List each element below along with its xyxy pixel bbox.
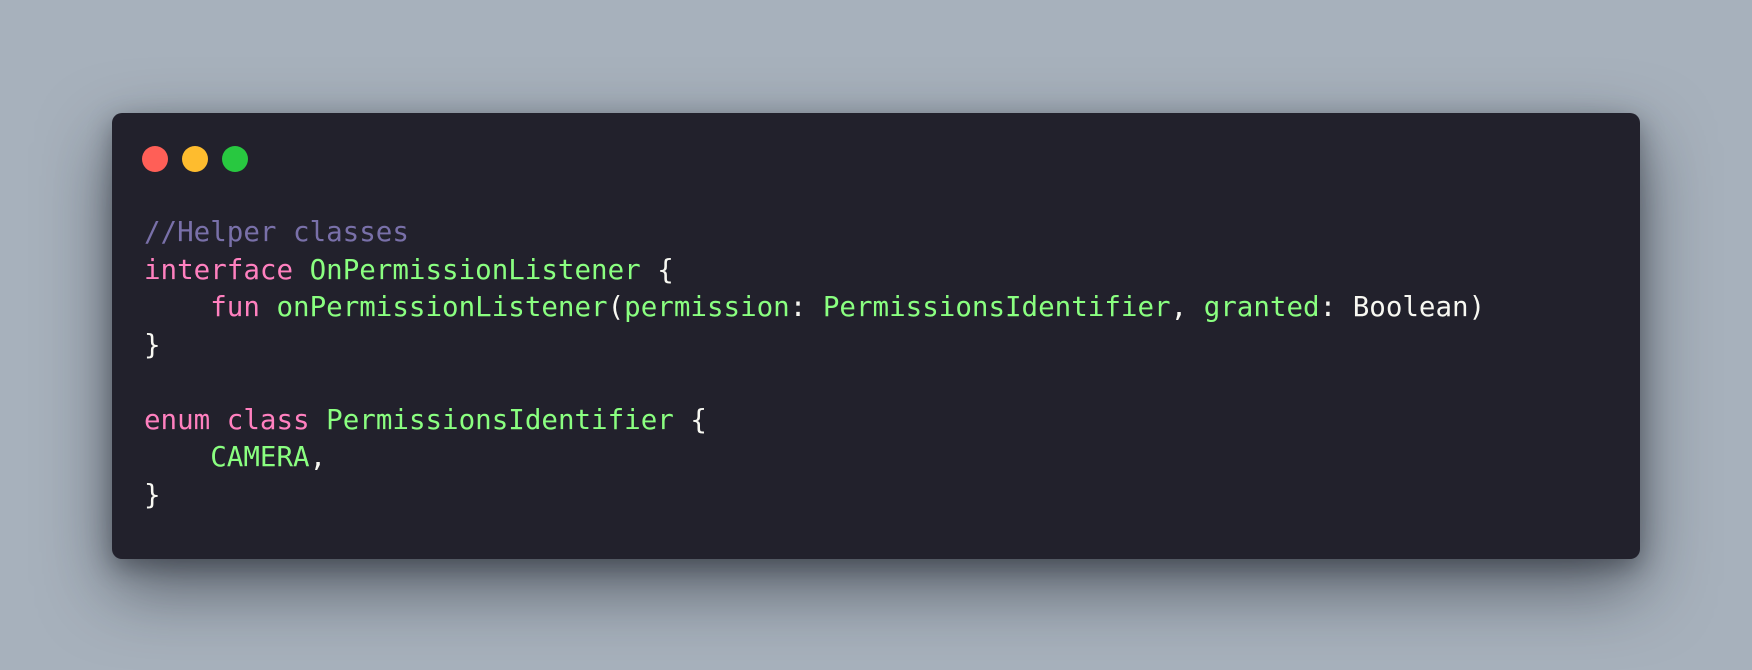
code-line: } bbox=[144, 327, 1485, 365]
code-token-type: PermissionsIdentifier bbox=[822, 291, 1171, 323]
code-token-keyword: interface bbox=[144, 253, 294, 286]
code-token-plain: : Boolean) bbox=[1319, 291, 1486, 323]
close-button[interactable] bbox=[142, 146, 168, 172]
code-token-keyword: enum bbox=[144, 403, 211, 436]
code-window: //Helper classes interface OnPermissionLi… bbox=[112, 113, 1640, 559]
code-token-plain: : bbox=[789, 291, 823, 323]
code-block: //Helper classes interface OnPermissionLi… bbox=[144, 214, 1485, 514]
code-line: fun onPermissionListener(permission: Per… bbox=[144, 289, 1485, 327]
code-token-plain: } bbox=[144, 478, 161, 511]
code-token-keyword: fun bbox=[210, 291, 260, 323]
code-token-plain: , bbox=[309, 441, 327, 473]
code-token-param: permission bbox=[624, 291, 790, 323]
code-line: } bbox=[144, 477, 1485, 515]
minimize-button[interactable] bbox=[182, 146, 208, 172]
code-token-plain: { bbox=[673, 403, 707, 436]
code-token-param: granted bbox=[1203, 291, 1320, 323]
code-token-type: PermissionsIdentifier bbox=[326, 403, 674, 436]
code-token-type: CAMERA bbox=[210, 441, 310, 473]
code-token-plain: ( bbox=[607, 291, 625, 323]
code-token-fn: onPermissionListener bbox=[276, 291, 608, 323]
window-controls bbox=[142, 146, 248, 172]
code-line: enum class PermissionsIdentifier { bbox=[144, 402, 1485, 440]
code-token-comment: //Helper classes bbox=[144, 216, 409, 248]
zoom-button[interactable] bbox=[222, 146, 248, 172]
code-line: //Helper classes bbox=[144, 214, 1485, 252]
code-line: interface OnPermissionListener { bbox=[144, 252, 1485, 290]
code-line: CAMERA, bbox=[144, 439, 1485, 477]
code-token-plain: } bbox=[144, 328, 161, 361]
code-token-type: OnPermissionListener bbox=[309, 253, 641, 286]
code-token-keyword: class bbox=[226, 403, 310, 436]
code-token-plain: , bbox=[1170, 291, 1204, 323]
code-token-plain: { bbox=[640, 253, 674, 286]
